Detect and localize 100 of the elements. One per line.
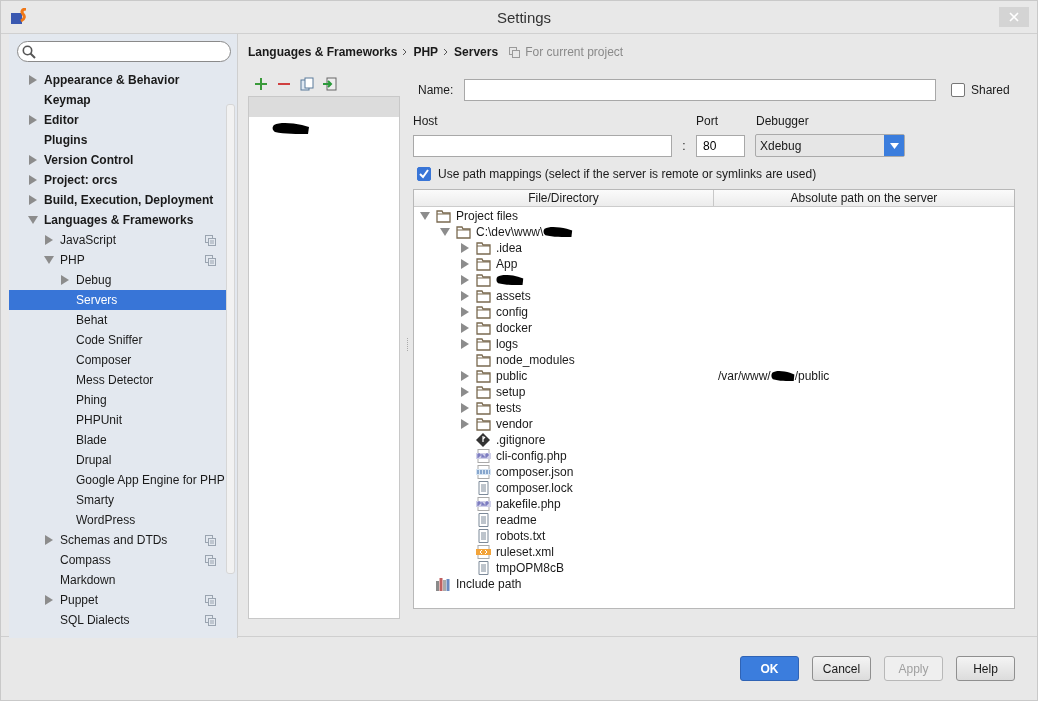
file-name[interactable]: .idea	[496, 241, 523, 255]
breadcrumb-item[interactable]: PHP	[413, 45, 439, 59]
expand-arrow-icon[interactable]	[460, 387, 470, 397]
sidebar-item[interactable]: Keymap	[9, 90, 226, 110]
expand-arrow-icon[interactable]	[460, 403, 470, 413]
copy-icon[interactable]	[300, 77, 314, 91]
folder-icon	[476, 385, 491, 399]
search-field[interactable]	[17, 41, 231, 62]
breadcrumb-item[interactable]: Servers	[454, 45, 499, 59]
file-name[interactable]: cli-config.php	[496, 449, 567, 463]
file-name[interactable]: readme	[496, 513, 537, 527]
file-name[interactable]: config	[496, 305, 529, 319]
checkbox-label[interactable]: Shared	[971, 83, 1010, 97]
expand-arrow-icon[interactable]	[44, 235, 54, 245]
sidebar-item[interactable]: Phing	[9, 390, 226, 410]
file-name[interactable]: App	[496, 257, 518, 271]
sidebar-item[interactable]: WordPress	[9, 510, 226, 530]
sidebar-item[interactable]: Puppet	[9, 590, 226, 610]
sidebar-item[interactable]: Version Control	[9, 150, 226, 170]
expand-arrow-icon[interactable]	[460, 339, 470, 349]
expand-arrow-icon[interactable]	[460, 323, 470, 333]
file-name[interactable]: assets	[496, 289, 531, 303]
file-name[interactable]: tmpOPM8cB	[496, 561, 564, 575]
sidebar-item[interactable]: SQL Dialects	[9, 610, 226, 630]
sidebar-item[interactable]: Blade	[9, 430, 226, 450]
path-mappings-checkbox[interactable]	[417, 167, 431, 181]
file-name[interactable]: composer.json	[496, 465, 574, 479]
expand-arrow-icon[interactable]	[60, 275, 70, 285]
column-header[interactable]: File/Directory	[414, 190, 714, 206]
sidebar-item[interactable]: Markdown	[9, 570, 226, 590]
dialog-button[interactable]: Cancel	[812, 656, 871, 681]
scrollbar[interactable]	[226, 104, 235, 574]
file-name[interactable]: C:\dev\www\	[476, 225, 544, 239]
file-name[interactable]: tests	[496, 401, 522, 415]
name-field[interactable]	[464, 79, 936, 101]
port-field[interactable]: 80	[696, 134, 745, 157]
expand-arrow-icon[interactable]	[28, 75, 38, 85]
sidebar-item[interactable]: Google App Engine for PHP	[9, 470, 226, 490]
sidebar-item[interactable]: Behat	[9, 310, 226, 330]
splitter-grip[interactable]	[405, 337, 409, 352]
collapse-arrow-icon[interactable]	[440, 227, 450, 237]
collapse-arrow-icon[interactable]	[44, 255, 54, 265]
breadcrumb-item[interactable]: Languages & Frameworks	[248, 45, 398, 59]
sidebar-item[interactable]: Composer	[9, 350, 226, 370]
server-path[interactable]: /public	[794, 369, 830, 383]
sidebar-item[interactable]: Project: orcs	[9, 170, 226, 190]
host-field[interactable]	[413, 134, 672, 157]
add-icon[interactable]	[254, 77, 268, 91]
file-name[interactable]: node_modules	[496, 353, 575, 367]
file-name[interactable]: Project files	[456, 209, 519, 223]
expand-arrow-icon[interactable]	[460, 307, 470, 317]
file-name[interactable]: setup	[496, 385, 526, 399]
file-name[interactable]: robots.txt	[496, 529, 546, 543]
shared-checkbox[interactable]	[951, 83, 965, 97]
expand-arrow-icon[interactable]	[460, 291, 470, 301]
expand-arrow-icon[interactable]	[460, 259, 470, 269]
expand-arrow-icon[interactable]	[460, 371, 470, 381]
file-name[interactable]: pakefile.php	[496, 497, 561, 511]
file-name[interactable]: public	[496, 369, 528, 383]
dialog-button[interactable]: OK	[740, 656, 799, 681]
expand-arrow-icon[interactable]	[28, 115, 38, 125]
expand-arrow-icon[interactable]	[460, 275, 470, 285]
debugger-dropdown[interactable]: Xdebug	[755, 134, 905, 157]
expand-arrow-icon[interactable]	[44, 595, 54, 605]
file-name[interactable]: Include path	[456, 577, 522, 591]
server-path[interactable]: /var/www/	[718, 369, 771, 383]
expand-arrow-icon[interactable]	[28, 175, 38, 185]
expand-arrow-icon[interactable]	[28, 155, 38, 165]
sidebar-item[interactable]: PHP	[9, 250, 226, 270]
expand-arrow-icon[interactable]	[460, 243, 470, 253]
sidebar-item[interactable]: Plugins	[9, 130, 226, 150]
sidebar-item[interactable]: Languages & Frameworks	[9, 210, 226, 230]
sidebar-item[interactable]: Appearance & Behavior	[9, 70, 226, 90]
sidebar-item[interactable]: Compass	[9, 550, 226, 570]
file-name[interactable]: vendor	[496, 417, 533, 431]
file-name[interactable]: ruleset.xml	[496, 545, 554, 559]
import-icon[interactable]	[323, 77, 337, 91]
sidebar-item[interactable]: Schemas and DTDs	[9, 530, 226, 550]
sidebar-item[interactable]: Editor	[9, 110, 226, 130]
checkbox-label[interactable]: Use path mappings (select if the server is remote or symlinks are used)	[438, 167, 817, 181]
file-name[interactable]: logs	[496, 337, 518, 351]
sidebar-item[interactable]: PHPUnit	[9, 410, 226, 430]
file-name[interactable]: composer.lock	[496, 481, 573, 495]
column-header[interactable]: Absolute path on the server	[714, 190, 1014, 206]
expand-arrow-icon[interactable]	[44, 535, 54, 545]
sidebar-item[interactable]: Mess Detector	[9, 370, 226, 390]
collapse-arrow-icon[interactable]	[28, 215, 38, 225]
sidebar-item[interactable]: JavaScript	[9, 230, 226, 250]
file-name[interactable]: .gitignore	[496, 433, 546, 447]
collapse-arrow-icon[interactable]	[420, 211, 430, 221]
sidebar-item[interactable]: Code Sniffer	[9, 330, 226, 350]
sidebar-item[interactable]: Debug	[9, 270, 226, 290]
expand-arrow-icon[interactable]	[28, 195, 38, 205]
dialog-button[interactable]: Help	[956, 656, 1015, 681]
sidebar-item[interactable]: Build, Execution, Deployment	[9, 190, 226, 210]
sidebar-item[interactable]: Drupal	[9, 450, 226, 470]
sidebar-item[interactable]: Servers	[9, 290, 226, 310]
sidebar-item[interactable]: Smarty	[9, 490, 226, 510]
file-name[interactable]: docker	[496, 321, 533, 335]
expand-arrow-icon[interactable]	[460, 419, 470, 429]
